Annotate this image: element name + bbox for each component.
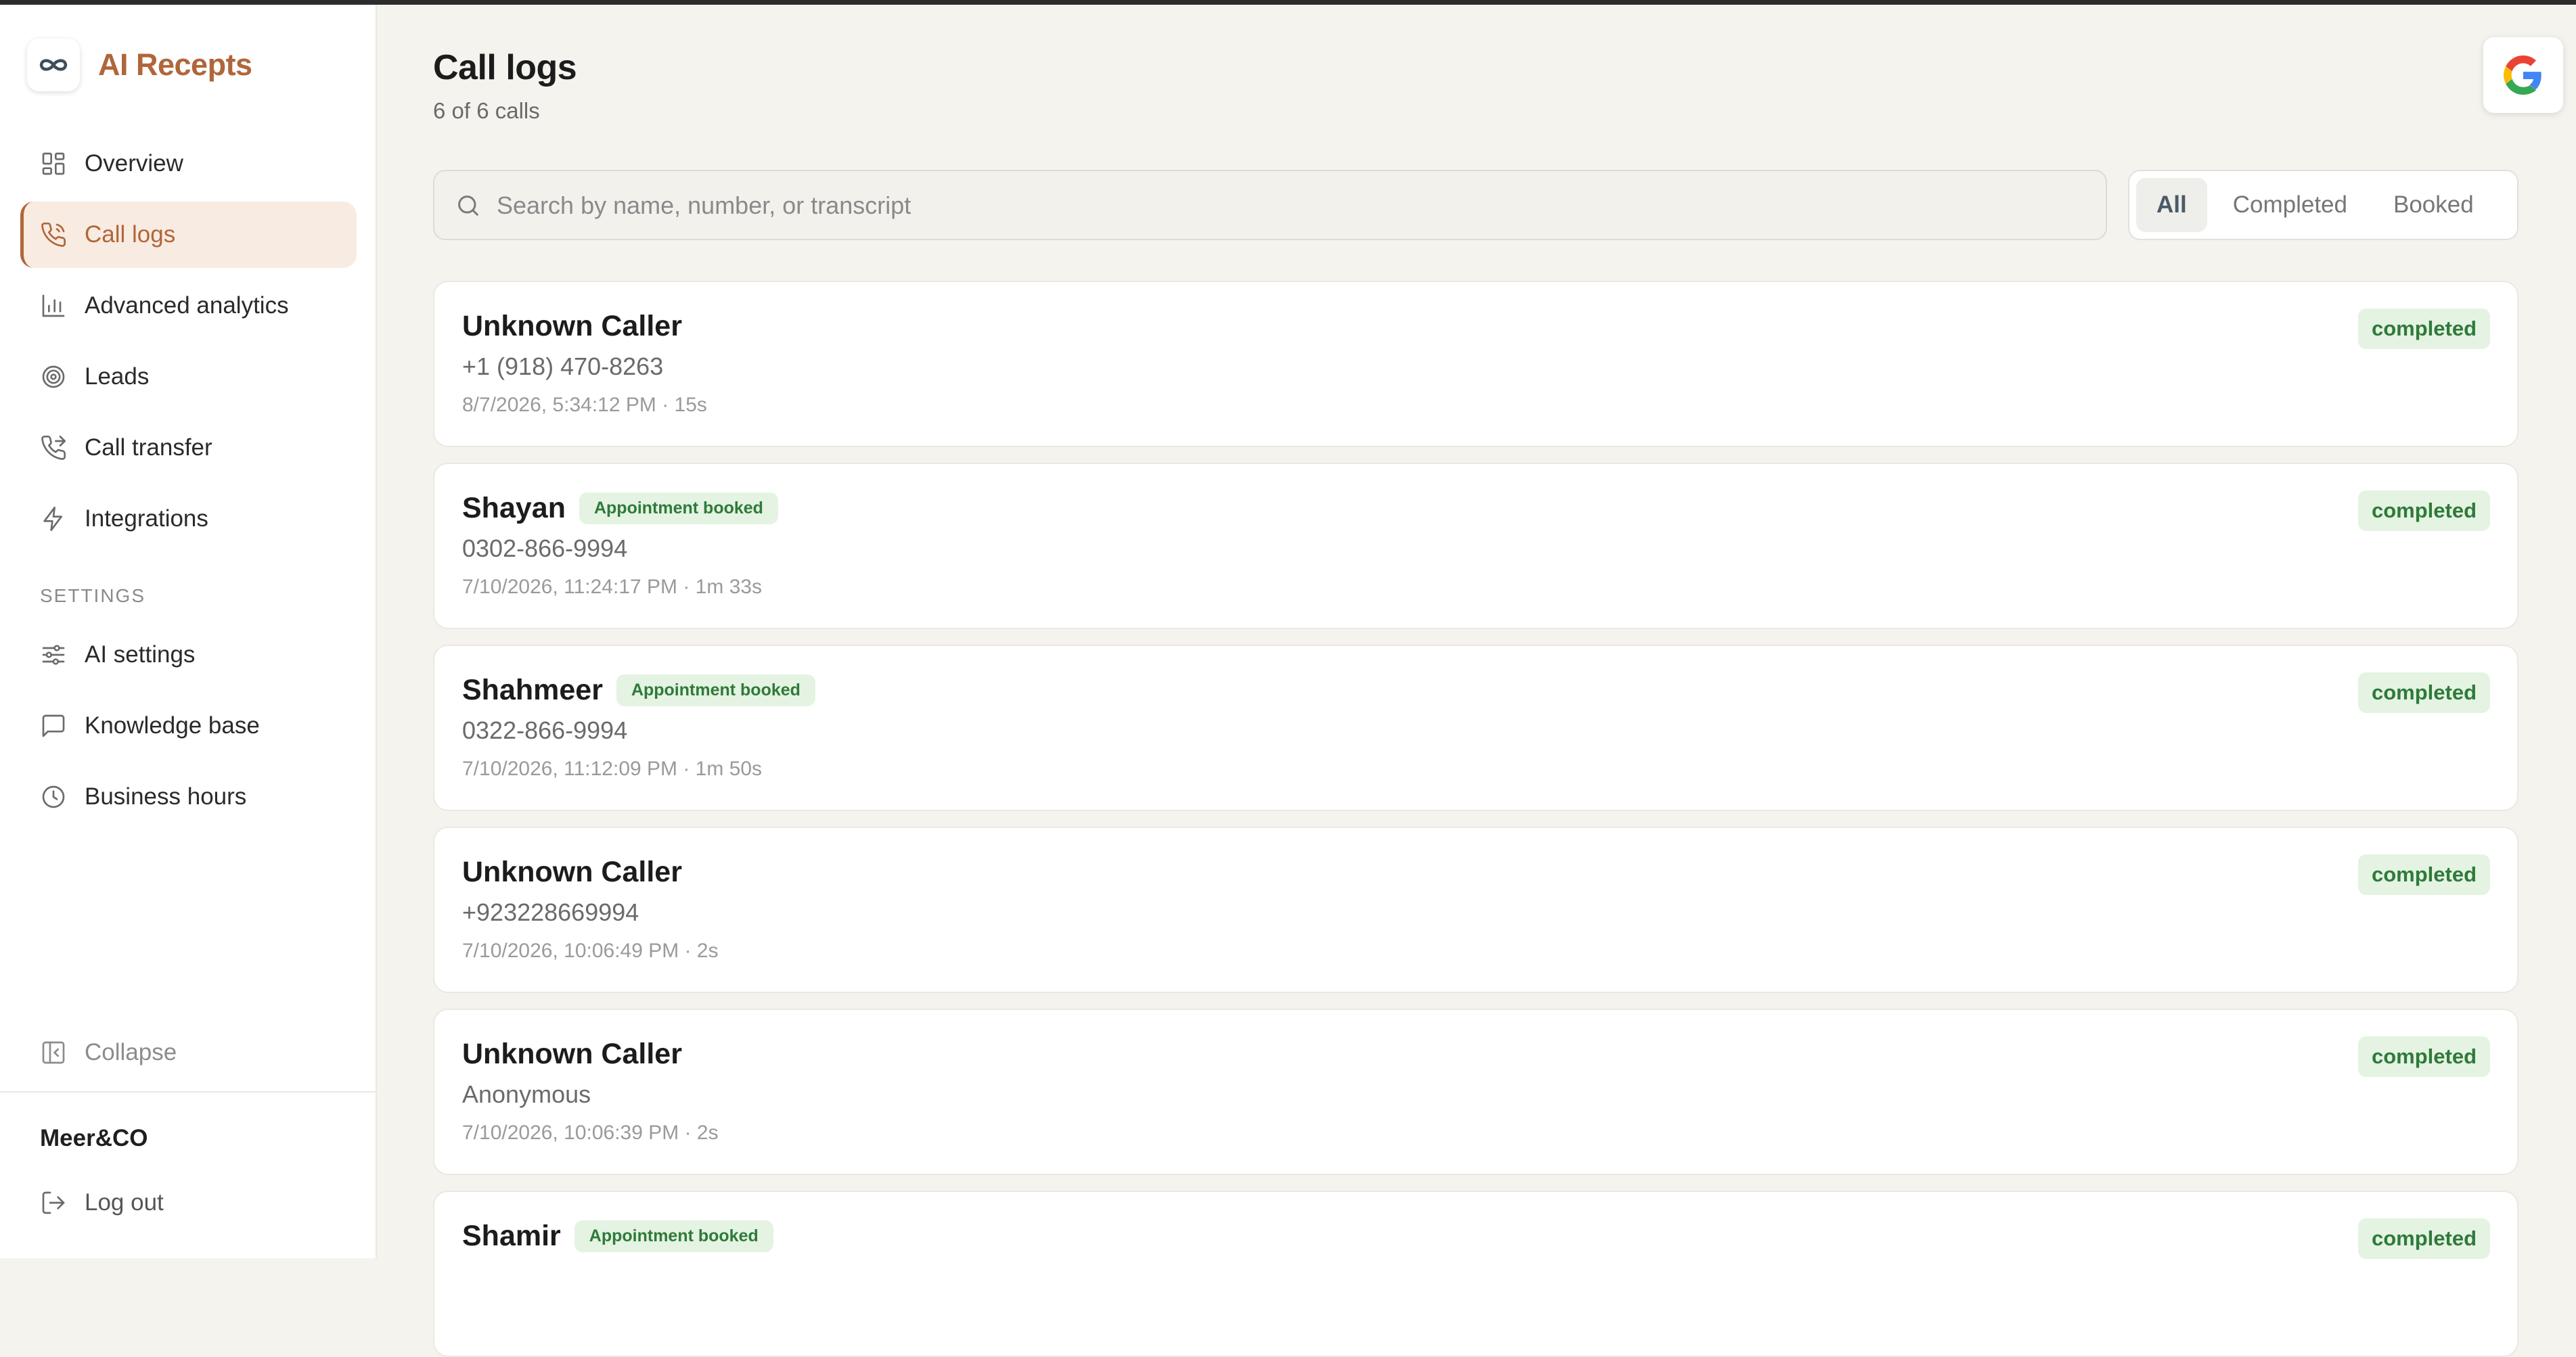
phone-forward-icon xyxy=(40,434,67,461)
caller-name: Unknown Caller xyxy=(462,1038,682,1070)
filter-tab-all[interactable]: All xyxy=(2136,178,2207,232)
status-filter-tabs: All Completed Booked xyxy=(2128,170,2518,240)
call-log-card[interactable]: Shamir Appointment booked completed xyxy=(433,1191,2518,1357)
call-count: 6 of 6 calls xyxy=(433,98,540,123)
caller-row: Shahmeer Appointment booked xyxy=(462,674,815,707)
target-icon xyxy=(40,363,67,390)
call-datetime-duration: 7/10/2026, 11:12:09 PM · 1m 50s xyxy=(462,758,763,780)
sidebar-item-overview[interactable]: Overview xyxy=(20,131,357,197)
settings-section-label: SETTINGS xyxy=(40,585,146,606)
call-log-card[interactable]: Unknown Caller +923228669994 7/10/2026, … xyxy=(433,827,2518,993)
google-icon xyxy=(2504,55,2541,95)
caller-name: Unknown Caller xyxy=(462,856,682,888)
caller-row: Shamir Appointment booked xyxy=(462,1220,773,1253)
sidebar-item-ai-settings[interactable]: AI settings xyxy=(20,622,357,688)
caller-name: Unknown Caller xyxy=(462,310,682,342)
filter-tab-booked[interactable]: Booked xyxy=(2373,178,2494,232)
status-badge: completed xyxy=(2357,308,2490,349)
caller-name: Shahmeer xyxy=(462,674,603,706)
sidebar-collapse-icon xyxy=(40,1039,67,1066)
lightning-icon xyxy=(40,505,67,532)
sidebar-item-label: Integrations xyxy=(85,505,208,532)
caller-number: Anonymous xyxy=(462,1080,591,1108)
sidebar-item-label: Overview xyxy=(85,150,183,177)
sidebar-item-label: Call transfer xyxy=(85,434,212,461)
caller-name: Shayan xyxy=(462,492,566,524)
collapse-button[interactable]: Collapse xyxy=(20,1019,357,1086)
call-log-card[interactable]: Unknown Caller Anonymous 7/10/2026, 10:0… xyxy=(433,1009,2518,1175)
sidebar-item-label: Business hours xyxy=(85,783,247,810)
call-log-card[interactable]: Unknown Caller +1 (918) 470-8263 8/7/202… xyxy=(433,281,2518,447)
sidebar-item-advanced-analytics[interactable]: Advanced analytics xyxy=(20,273,357,339)
caller-number: 0302-866-9994 xyxy=(462,534,628,562)
phone-icon xyxy=(40,221,67,248)
app-name: AI Recepts xyxy=(98,47,252,82)
infinity-logo-icon xyxy=(27,39,80,91)
logout-button[interactable]: Log out xyxy=(20,1170,357,1236)
sidebar-item-label: AI settings xyxy=(85,641,196,668)
sidebar-item-label: Leads xyxy=(85,363,150,390)
bar-chart-icon xyxy=(40,292,67,319)
page-title: Call logs xyxy=(433,48,577,87)
sidebar-item-integrations[interactable]: Integrations xyxy=(20,486,357,552)
status-badge: completed xyxy=(2357,672,2490,713)
clock-icon xyxy=(40,783,67,810)
sidebar: AI Recepts Overview Call logs Advanced a… xyxy=(0,5,377,1258)
call-log-card[interactable]: Shahmeer Appointment booked 0322-866-999… xyxy=(433,645,2518,811)
sidebar-item-leads[interactable]: Leads xyxy=(20,344,357,410)
sidebar-item-knowledge-base[interactable]: Knowledge base xyxy=(20,693,357,759)
sidebar-item-call-logs[interactable]: Call logs xyxy=(20,202,357,268)
sidebar-item-label: Knowledge base xyxy=(85,712,260,739)
call-datetime-duration: 7/10/2026, 11:24:17 PM · 1m 33s xyxy=(462,576,763,598)
status-badge: completed xyxy=(2357,1036,2490,1077)
caller-number: +1 (918) 470-8263 xyxy=(462,352,664,380)
appointment-booked-badge: Appointment booked xyxy=(579,492,778,524)
window-top-bar xyxy=(0,0,2576,5)
google-button[interactable] xyxy=(2483,37,2563,113)
brand[interactable]: AI Recepts xyxy=(27,39,252,91)
caller-name: Shamir xyxy=(462,1220,561,1252)
logout-icon xyxy=(40,1189,67,1216)
organization-name: Meer&CO xyxy=(40,1125,148,1151)
appointment-booked-badge: Appointment booked xyxy=(574,1220,773,1252)
search-icon xyxy=(458,196,478,216)
call-log-card[interactable]: Shayan Appointment booked 0302-866-9994 … xyxy=(433,463,2518,629)
status-badge: completed xyxy=(2357,490,2490,531)
sidebar-item-label: Call logs xyxy=(85,221,176,248)
sliders-icon xyxy=(40,641,67,668)
caller-row: Unknown Caller xyxy=(462,1038,682,1071)
sidebar-item-label: Advanced analytics xyxy=(85,292,289,319)
message-icon xyxy=(40,712,67,739)
sidebar-item-business-hours[interactable]: Business hours xyxy=(20,764,357,830)
caller-number: 0322-866-9994 xyxy=(462,716,628,744)
status-badge: completed xyxy=(2357,1218,2490,1259)
sidebar-item-call-transfer[interactable]: Call transfer xyxy=(20,415,357,481)
filter-tab-completed[interactable]: Completed xyxy=(2213,178,2368,232)
logout-label: Log out xyxy=(85,1189,164,1216)
search-input[interactable] xyxy=(495,185,2081,227)
status-badge: completed xyxy=(2357,854,2490,895)
call-datetime-duration: 7/10/2026, 10:06:49 PM · 2s xyxy=(462,940,719,962)
appointment-booked-badge: Appointment booked xyxy=(616,674,815,706)
caller-number: +923228669994 xyxy=(462,898,639,926)
sidebar-divider xyxy=(0,1091,377,1092)
overview-icon xyxy=(40,150,67,177)
call-datetime-duration: 7/10/2026, 10:06:39 PM · 2s xyxy=(462,1122,719,1144)
call-datetime-duration: 8/7/2026, 5:34:12 PM · 15s xyxy=(462,394,707,416)
search-bar xyxy=(433,170,2107,240)
caller-row: Unknown Caller xyxy=(462,310,682,343)
caller-row: Unknown Caller xyxy=(462,856,682,889)
collapse-label: Collapse xyxy=(85,1039,177,1065)
caller-row: Shayan Appointment booked xyxy=(462,492,778,525)
